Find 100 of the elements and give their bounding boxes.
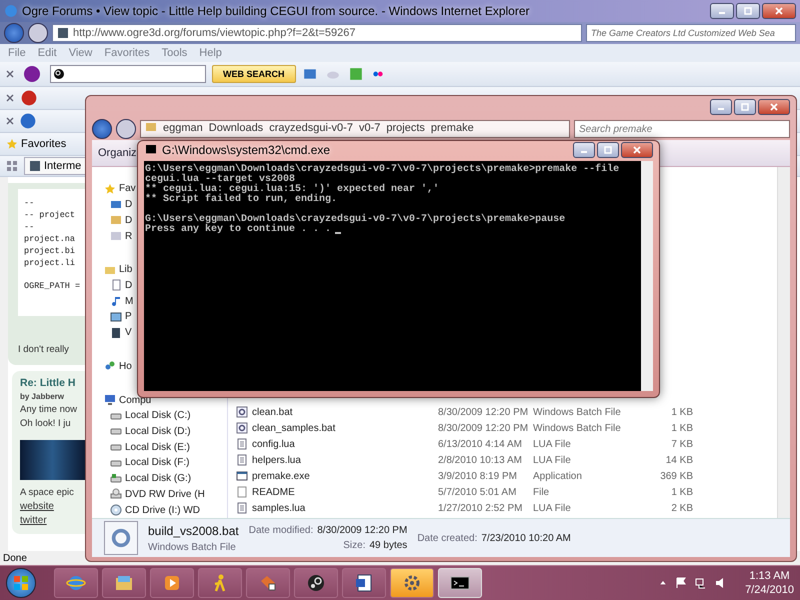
- close-button[interactable]: [621, 142, 653, 158]
- file-date: 8/30/2009 12:20 PM: [438, 406, 530, 418]
- page-icon: [29, 160, 41, 172]
- file-type: LUA File: [533, 438, 572, 450]
- nav-item[interactable]: D: [125, 280, 132, 291]
- file-name[interactable]: premake.exe: [236, 470, 438, 482]
- application-icon: [236, 470, 248, 482]
- post-text: Oh look! I ju: [20, 418, 71, 429]
- breadcrumb-item[interactable]: crayzedsgui-v0-7: [269, 121, 353, 135]
- code-line: OGRE_PATH =: [24, 280, 80, 292]
- detail-label: Date created:: [417, 532, 478, 544]
- signature-link[interactable]: website: [20, 501, 54, 512]
- computer-icon: [104, 394, 116, 406]
- maximize-icon: [604, 146, 612, 154]
- breadcrumb-item[interactable]: eggman: [163, 121, 203, 135]
- nav-item[interactable]: Lib: [119, 264, 132, 276]
- scrollbar[interactable]: [777, 167, 790, 518]
- maximize-button[interactable]: [597, 142, 619, 158]
- nav-item[interactable]: DVD RW Drive (H: [125, 488, 205, 500]
- nav-item[interactable]: D: [125, 199, 132, 210]
- breadcrumb-item[interactable]: projects: [386, 121, 425, 135]
- close-icon[interactable]: [6, 70, 14, 78]
- file-name[interactable]: config.lua: [236, 438, 438, 450]
- back-button[interactable]: [92, 119, 112, 139]
- folder-icon: [110, 230, 122, 242]
- close-icon[interactable]: [6, 94, 14, 102]
- close-button[interactable]: [762, 3, 796, 19]
- nav-item[interactable]: Local Disk (E:): [125, 442, 190, 453]
- file-date: 1/27/2010 2:52 PM: [438, 502, 524, 514]
- file-name[interactable]: clean_samples.bat: [236, 422, 438, 434]
- flag-icon: [675, 577, 688, 589]
- gear-file-icon: [236, 406, 248, 418]
- nav-item[interactable]: Local Disk (F:): [125, 457, 190, 468]
- search-field[interactable]: Search premake: [574, 120, 790, 138]
- toolbar-search-field[interactable]: [50, 65, 206, 83]
- close-icon[interactable]: [6, 117, 14, 125]
- clock-time: 1:13 AM: [749, 569, 790, 583]
- page-icon: [57, 27, 69, 39]
- detail-value: 49 bytes: [370, 540, 408, 551]
- post-text: I don't really: [18, 344, 69, 355]
- taskbar-button[interactable]: [342, 568, 386, 598]
- minimize-button[interactable]: [710, 3, 734, 19]
- status-text: Done: [3, 552, 27, 564]
- file-date: 8/30/2009 12:20 PM: [438, 422, 530, 434]
- console-line: G:\Users\eggman\Downloads\crayzedsgui-v0-7\v0-7\projects\premake>pause: [145, 215, 566, 225]
- browser-tab[interactable]: Interme: [24, 157, 86, 175]
- signature-text: A space epic: [20, 487, 74, 498]
- nav-item[interactable]: Local Disk (C:): [125, 410, 191, 422]
- detail-value: 7/23/2010 10:20 AM: [481, 532, 571, 544]
- star-icon: [6, 138, 18, 150]
- web-search-button[interactable]: WEB SEARCH: [212, 65, 296, 83]
- breadcrumb-item[interactable]: premake: [430, 121, 474, 135]
- gear-file-icon: [236, 422, 248, 434]
- text-file-icon: [236, 454, 248, 466]
- nav-item[interactable]: CD Drive (I:) WD: [125, 504, 200, 516]
- scrollbar[interactable]: [641, 161, 653, 391]
- file-name[interactable]: README: [236, 486, 438, 498]
- file-name[interactable]: helpers.lua: [236, 454, 438, 466]
- play-icon: [162, 573, 182, 593]
- minimize-button[interactable]: [710, 99, 732, 115]
- nav-item[interactable]: R: [125, 230, 132, 242]
- favorites-button[interactable]: Favorites: [6, 138, 66, 150]
- signature-link[interactable]: twitter: [20, 515, 47, 526]
- taskbar-button[interactable]: [294, 568, 338, 598]
- forward-button[interactable]: [28, 23, 48, 43]
- code-line: -- project: [24, 209, 76, 221]
- console-line: ** cegui.lua: cegui.lua:15: ')' expected near ',': [145, 185, 440, 195]
- maximize-button[interactable]: [736, 3, 760, 19]
- close-button[interactable]: [758, 99, 790, 115]
- post-text: Any time now: [20, 404, 78, 415]
- address-field[interactable]: http://www.ogre3d.org/forums/viewtopic.php?f=2&t=59267: [52, 24, 582, 42]
- file-type: Windows Batch File: [148, 542, 237, 552]
- organize-button[interactable]: Organiz: [98, 147, 137, 159]
- nav-item[interactable]: Local Disk (G:): [125, 473, 192, 484]
- cursor: [335, 232, 342, 234]
- file-type: LUA File: [533, 502, 572, 514]
- nav-item[interactable]: Ho: [119, 360, 132, 372]
- breadcrumb-item[interactable]: v0-7: [358, 121, 380, 135]
- file-name[interactable]: clean.bat: [236, 406, 438, 418]
- maximize-button[interactable]: [734, 99, 756, 115]
- file-name[interactable]: samples.lua: [236, 502, 438, 514]
- search-field[interactable]: The Game Creators Ltd Customized Web Sea: [586, 24, 796, 42]
- nav-item[interactable]: Local Disk (D:): [125, 426, 191, 437]
- nav-item[interactable]: Compu: [119, 394, 152, 406]
- breadcrumb-item[interactable]: Downloads: [208, 121, 264, 135]
- file-type: Windows Batch File: [533, 422, 622, 434]
- start-button[interactable]: [6, 568, 36, 598]
- file-size: 2 KB: [670, 502, 693, 514]
- nav-item[interactable]: V: [125, 327, 132, 338]
- back-button[interactable]: [4, 23, 24, 43]
- file-size: 14 KB: [664, 454, 693, 466]
- folder-icon: [145, 121, 157, 133]
- code-line: project.li: [24, 257, 76, 269]
- nav-item[interactable]: M: [125, 296, 134, 307]
- forward-button[interactable]: [116, 119, 136, 139]
- nav-item[interactable]: Fav: [119, 183, 136, 194]
- nav-item[interactable]: D: [125, 214, 132, 226]
- breadcrumb-bar[interactable]: eggman Downloads crayzedsgui-v0-7 v0-7 projects premake: [140, 120, 570, 138]
- nav-item[interactable]: P: [125, 311, 132, 322]
- minimize-button[interactable]: [573, 142, 595, 158]
